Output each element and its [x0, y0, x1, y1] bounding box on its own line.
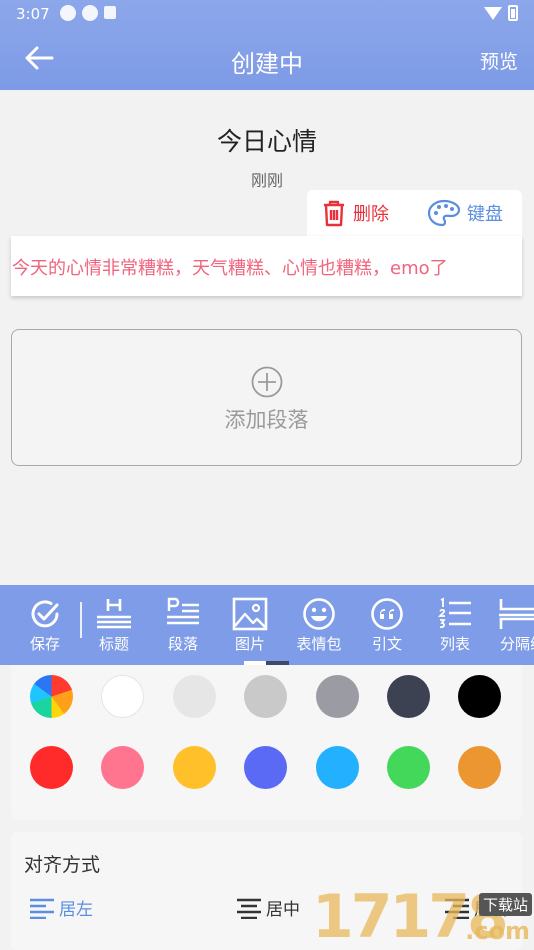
color-swatch[interactable] — [30, 746, 73, 789]
palette-icon — [427, 199, 461, 227]
custom-color-swatch[interactable] — [30, 675, 73, 718]
editor-toolbar: 保存 标题 段落 图片 表情包 引文 列表 分隔 — [0, 585, 534, 665]
alignment-panel: 对齐方式 居左 居中 居右 — [11, 832, 522, 950]
align-center-option[interactable]: 居中 — [236, 895, 300, 920]
align-left-icon — [30, 898, 54, 919]
color-swatch[interactable] — [244, 746, 287, 789]
divider-icon — [499, 599, 534, 629]
notification-icon — [82, 5, 98, 21]
quote-icon — [371, 598, 403, 630]
battery-icon — [508, 5, 518, 21]
document-title[interactable]: 今日心情 — [0, 122, 534, 158]
color-swatch[interactable] — [387, 746, 430, 789]
color-picker — [11, 665, 522, 820]
keyboard-label: 键盘 — [467, 204, 503, 225]
toolbar-heading[interactable]: 标题 — [80, 585, 148, 665]
paragraph-icon — [167, 597, 199, 625]
color-swatch[interactable] — [458, 675, 501, 718]
status-system-icons — [484, 5, 518, 21]
color-swatch[interactable] — [316, 675, 359, 718]
color-swatch[interactable] — [244, 675, 287, 718]
add-paragraph-button[interactable]: 添加段落 — [11, 329, 522, 466]
notification-icon — [104, 6, 116, 19]
check-circle-icon — [31, 600, 59, 628]
trash-icon — [324, 200, 344, 227]
list-icon — [438, 597, 471, 629]
align-right-label: 居右 — [474, 900, 508, 920]
paragraph-tools: 删除 键盘 — [307, 190, 522, 236]
toolbar-save[interactable]: 保存 — [11, 585, 79, 665]
alignment-title: 对齐方式 — [24, 854, 101, 876]
delete-label: 删除 — [353, 204, 389, 225]
color-swatch[interactable] — [316, 746, 359, 789]
status-bar: 3:07 — [0, 0, 534, 28]
add-circle-icon — [251, 366, 283, 398]
color-swatch[interactable] — [387, 675, 430, 718]
smiley-icon — [303, 598, 335, 630]
toolbar-list-label: 列表 — [439, 635, 470, 653]
color-swatch[interactable] — [173, 746, 216, 789]
paragraph-text: 今天的心情非常糟糕，天气糟糕、心情也糟糕，emo了 — [12, 258, 448, 279]
align-left-option[interactable]: 居左 — [29, 895, 93, 920]
color-swatch[interactable] — [101, 746, 144, 789]
status-notification-icons — [60, 5, 116, 21]
document-timestamp: 刚刚 — [250, 171, 283, 190]
wifi-icon — [484, 6, 502, 20]
color-swatch[interactable] — [173, 675, 216, 718]
align-center-label: 居中 — [266, 900, 300, 920]
color-swatch[interactable] — [101, 675, 144, 718]
toolbar-list[interactable]: 列表 — [421, 585, 489, 665]
heading-icon — [97, 599, 131, 629]
image-icon — [232, 597, 268, 631]
toolbar-image[interactable]: 图片 — [216, 585, 284, 665]
paragraph-block[interactable]: 今天的心情非常糟糕，天气糟糕、心情也糟糕，emo了 — [11, 236, 522, 296]
align-center-icon — [237, 898, 261, 919]
status-time: 3:07 — [16, 5, 50, 23]
notification-icon — [60, 5, 76, 21]
preview-button[interactable]: 预览 — [480, 47, 518, 74]
align-right-icon — [445, 898, 469, 919]
align-left-label: 居左 — [59, 900, 93, 920]
add-paragraph-label: 添加段落 — [224, 408, 309, 432]
color-swatch[interactable] — [458, 746, 501, 789]
align-right-option[interactable]: 居右 — [444, 895, 508, 920]
page-title: 创建中 — [231, 50, 303, 78]
toolbar-divider-label: 分隔线 — [500, 635, 534, 653]
toolbar-divider-line[interactable]: 分隔线 — [490, 585, 534, 665]
delete-paragraph-button[interactable]: 删除 — [307, 190, 413, 236]
keyboard-button[interactable]: 键盘 — [413, 190, 503, 236]
